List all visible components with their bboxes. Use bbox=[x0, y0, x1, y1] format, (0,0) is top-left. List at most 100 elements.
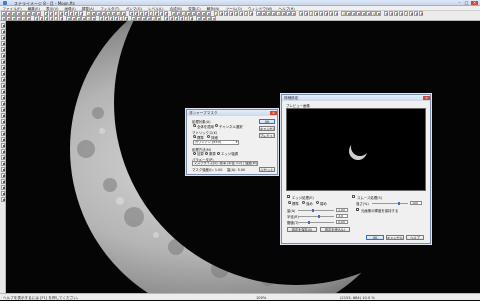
toolbar-tool-icon[interactable] bbox=[1, 11, 6, 16]
toolbar-tool-icon[interactable] bbox=[58, 16, 63, 21]
toolbar-tool-icon[interactable] bbox=[323, 11, 328, 16]
toolbar-tool-icon[interactable] bbox=[121, 11, 126, 16]
toolbar-tool-icon[interactable] bbox=[1, 16, 6, 21]
toolbar-tool-icon[interactable] bbox=[163, 11, 168, 16]
palette-tool-icon[interactable] bbox=[0, 95, 6, 100]
toolbar-tool-icon[interactable] bbox=[383, 11, 388, 16]
palette-tool-icon[interactable] bbox=[0, 155, 6, 160]
palette-tool-icon[interactable] bbox=[0, 161, 6, 166]
palette-tool-icon[interactable] bbox=[0, 131, 6, 136]
radio-normal[interactable] bbox=[193, 135, 196, 138]
toolbar-tool-icon[interactable] bbox=[158, 11, 163, 16]
toolbar-tool-icon[interactable] bbox=[163, 16, 168, 21]
toolbar-tool-icon[interactable] bbox=[63, 11, 68, 16]
toolbar-tool-icon[interactable] bbox=[128, 11, 133, 16]
palette-tool-icon[interactable] bbox=[0, 143, 6, 148]
kernel-select[interactable]: ガウシアン (9×9) bbox=[193, 140, 239, 145]
toolbar-tool-icon[interactable] bbox=[403, 11, 408, 16]
maximize-icon[interactable]: □ bbox=[463, 0, 470, 6]
radio-mode-edge[interactable] bbox=[217, 151, 220, 155]
radius-slider[interactable] bbox=[298, 214, 334, 218]
toolbar-tool-icon[interactable] bbox=[11, 16, 16, 21]
radio-mode-multiply[interactable] bbox=[205, 151, 208, 155]
toolbar-tool-icon[interactable] bbox=[6, 16, 11, 21]
toolbar-tool-icon[interactable] bbox=[183, 16, 188, 21]
toolbar-tool-icon[interactable] bbox=[388, 11, 393, 16]
toolbar-tool-icon[interactable] bbox=[11, 11, 16, 16]
toolbar-tool-icon[interactable] bbox=[86, 11, 91, 16]
toolbar-tool-icon[interactable] bbox=[123, 16, 128, 21]
toolbar-tool-icon[interactable] bbox=[76, 16, 81, 21]
toolbar-tool-icon[interactable] bbox=[91, 16, 96, 21]
radio-all[interactable] bbox=[193, 124, 196, 127]
minimize-icon[interactable]: – bbox=[456, 0, 463, 6]
toolbar-tool-icon[interactable] bbox=[178, 16, 183, 21]
palette-tool-icon[interactable] bbox=[0, 173, 6, 178]
toolbar-tool-icon[interactable] bbox=[298, 11, 303, 16]
toolbar-tool-icon[interactable] bbox=[86, 16, 91, 21]
toolbar-tool-icon[interactable] bbox=[58, 11, 63, 16]
toolbar-tool-icon[interactable] bbox=[48, 16, 53, 21]
toolbar-tool-icon[interactable] bbox=[286, 11, 291, 16]
palette-tool-icon[interactable] bbox=[0, 179, 6, 184]
toolbar-tool-icon[interactable] bbox=[291, 11, 296, 16]
toolbar-tool-icon[interactable] bbox=[191, 11, 196, 16]
smooth-checkbox[interactable] bbox=[352, 195, 355, 198]
palette-tool-icon[interactable] bbox=[0, 107, 6, 112]
radio-strong[interactable] bbox=[302, 201, 305, 204]
toolbar-tool-icon[interactable] bbox=[171, 11, 176, 16]
toolbar-tool-icon[interactable] bbox=[408, 11, 413, 16]
toolbar-tool-icon[interactable] bbox=[276, 11, 281, 16]
toolbar-tool-icon[interactable] bbox=[196, 16, 201, 21]
toolbar-tool-icon[interactable] bbox=[346, 11, 351, 16]
toolbar-tool-icon[interactable] bbox=[43, 11, 48, 16]
toolbar-tool-icon[interactable] bbox=[328, 11, 333, 16]
toolbar-tool-icon[interactable] bbox=[78, 11, 83, 16]
toolbar-tool-icon[interactable] bbox=[16, 16, 21, 21]
toolbar-tool-icon[interactable] bbox=[351, 11, 356, 16]
toolbar-tool-icon[interactable] bbox=[106, 11, 111, 16]
toolbar-tool-icon[interactable] bbox=[376, 11, 381, 16]
radius-input[interactable]: 3.0 bbox=[336, 213, 348, 218]
toolbar-tool-icon[interactable] bbox=[418, 11, 423, 16]
strength-slider[interactable] bbox=[372, 201, 408, 205]
toolbar-tool-icon[interactable] bbox=[223, 11, 228, 16]
palette-tool-icon[interactable] bbox=[0, 35, 6, 40]
toolbar-tool-icon[interactable] bbox=[36, 11, 41, 16]
toolbar-tool-icon[interactable] bbox=[118, 16, 123, 21]
amount-input[interactable]: 1.00 bbox=[336, 207, 348, 212]
toolbar-tool-icon[interactable] bbox=[333, 11, 338, 16]
palette-tool-icon[interactable] bbox=[0, 41, 6, 46]
toolbar-tool-icon[interactable] bbox=[206, 11, 211, 16]
save-settings-button[interactable]: 設定を保存(S) bbox=[287, 227, 317, 232]
threshold-input[interactable]: 0.00 bbox=[336, 219, 348, 224]
toolbar-tool-icon[interactable] bbox=[398, 11, 403, 16]
palette-tool-icon[interactable] bbox=[0, 119, 6, 124]
toolbar-tool-icon[interactable] bbox=[156, 16, 161, 21]
toolbar-tool-icon[interactable] bbox=[176, 11, 181, 16]
close-icon[interactable]: × bbox=[471, 0, 478, 5]
toolbar-tool-icon[interactable] bbox=[151, 16, 156, 21]
toolbar-tool-icon[interactable] bbox=[26, 16, 31, 21]
palette-tool-icon[interactable] bbox=[0, 53, 6, 58]
toolbar-tool-icon[interactable] bbox=[143, 11, 148, 16]
toolbar-tool-icon[interactable] bbox=[53, 11, 58, 16]
toolbar-tool-icon[interactable] bbox=[341, 11, 346, 16]
palette-tool-icon[interactable] bbox=[0, 191, 6, 196]
palette-tool-icon[interactable] bbox=[0, 125, 6, 130]
toolbar-tool-icon[interactable] bbox=[206, 16, 211, 21]
toolbar-tool-icon[interactable] bbox=[201, 11, 206, 16]
palette-tool-icon[interactable] bbox=[0, 101, 6, 106]
palette-tool-icon[interactable] bbox=[0, 29, 6, 34]
toolbar-tool-icon[interactable] bbox=[261, 11, 266, 16]
toolbar-tool-icon[interactable] bbox=[366, 11, 371, 16]
toolbar-tool-icon[interactable] bbox=[53, 16, 58, 21]
toolbar-tool-icon[interactable] bbox=[148, 11, 153, 16]
cancel-button[interactable]: キャンセル bbox=[259, 126, 275, 131]
toolbar-tool-icon[interactable] bbox=[21, 16, 26, 21]
toolbar-tool-icon[interactable] bbox=[196, 11, 201, 16]
palette-tool-icon[interactable] bbox=[0, 23, 6, 28]
toolbar-tool-icon[interactable] bbox=[16, 11, 21, 16]
cancel-button[interactable]: キャンセル bbox=[386, 235, 404, 240]
toolbar-tool-icon[interactable] bbox=[303, 11, 308, 16]
